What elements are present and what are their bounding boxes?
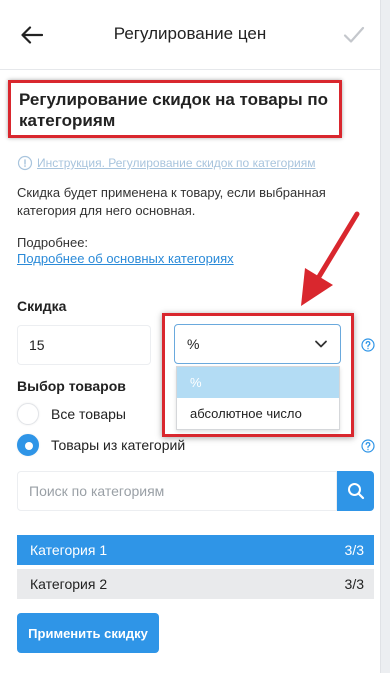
arrow-left-icon [21,26,43,44]
annotation-arrow [301,211,360,306]
radio-button-checked[interactable] [17,434,39,456]
unit-dropdown: % абсолютное число [176,366,340,430]
discount-label: Скидка [17,298,67,314]
header: Регулирование цен [0,0,380,70]
radio-label: Все товары [51,406,126,422]
app-frame: Регулирование цен Регулирование скидок н… [0,0,390,673]
info-bubble-icon [17,155,33,171]
category-row[interactable]: Категория 2 3/3 [17,569,374,599]
confirm-button[interactable] [334,18,374,52]
category-count: 3/3 [344,542,364,558]
unit-select-value: % [187,336,200,352]
unit-select[interactable]: % [174,324,341,364]
unit-option-percent[interactable]: % [177,367,339,398]
discount-input[interactable] [17,325,151,365]
instruction-link[interactable]: Инструкция. Регулирование скидок по кате… [17,155,315,171]
category-name: Категория 2 [30,576,108,592]
back-button[interactable] [14,18,50,52]
radio-category-goods[interactable]: Товары из категорий [17,434,185,456]
section-title: Регулирование скидок на товары по катего… [19,90,328,130]
radio-button[interactable] [17,403,39,425]
apply-discount-button[interactable]: Применить скидку [17,613,159,653]
check-icon [343,26,365,43]
page-title: Регулирование цен [113,24,267,43]
radio-all-goods[interactable]: Все товары [17,403,126,425]
unit-option-absolute[interactable]: абсолютное число [177,398,339,429]
instruction-link-text[interactable]: Инструкция. Регулирование скидок по кате… [37,156,315,170]
section-title-highlight: Регулирование скидок на товары по катего… [8,80,342,138]
page: Регулирование цен Регулирование скидок н… [0,0,380,673]
scrollbar-track[interactable] [380,0,390,673]
category-search [17,471,374,511]
search-input[interactable] [17,471,337,511]
search-icon [347,483,364,500]
category-name: Категория 1 [30,542,108,558]
goods-label: Выбор товаров [17,378,126,394]
more-label: Подробнее: [17,235,89,250]
chevron-down-icon [315,340,327,348]
search-button[interactable] [337,471,374,511]
category-row[interactable]: Категория 1 3/3 [17,535,374,565]
more-link[interactable]: Подробнее об основных категориях [17,251,234,266]
help-icon[interactable] [361,338,375,352]
help-icon[interactable] [361,439,375,453]
radio-label: Товары из категорий [51,437,186,453]
category-count: 3/3 [344,576,364,592]
